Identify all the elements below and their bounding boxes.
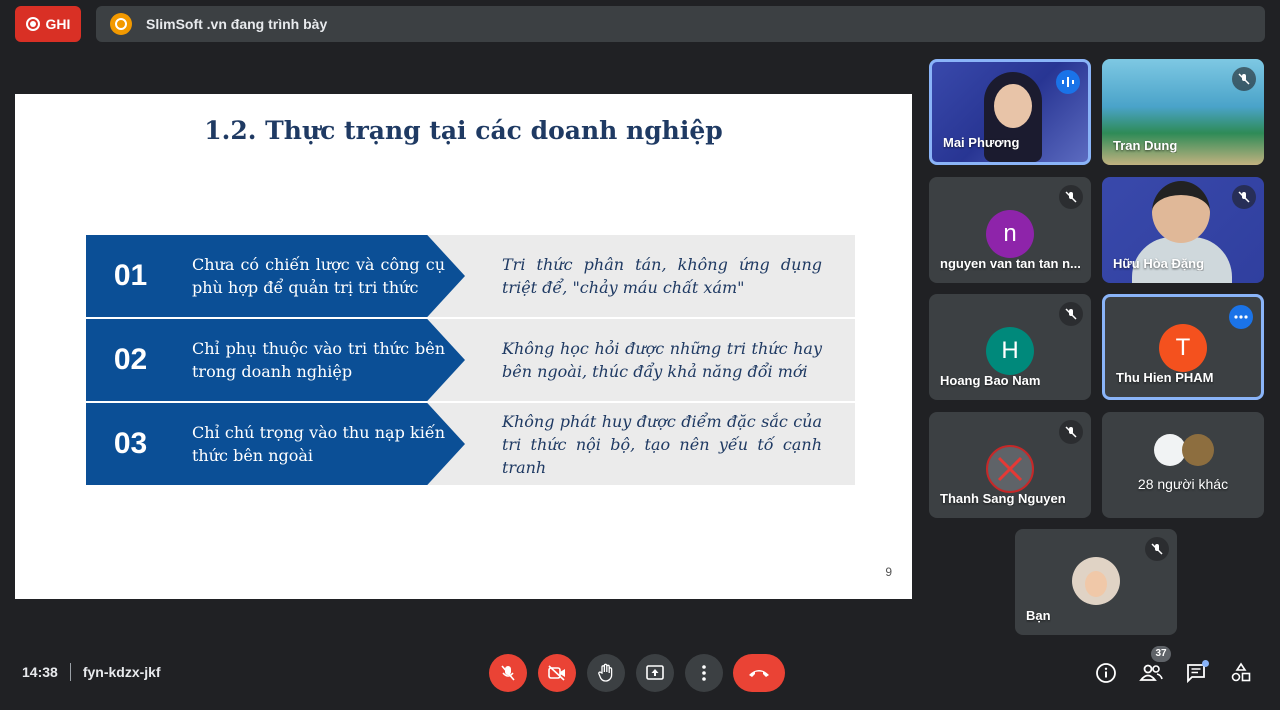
raise-hand-button[interactable] xyxy=(587,654,625,692)
participant-tile-nguyen-van-tan[interactable]: n nguyen van tan tan n... xyxy=(929,177,1091,283)
present-screen-button[interactable] xyxy=(636,654,674,692)
people-button[interactable] xyxy=(1138,660,1164,686)
row-consequence: Tri thức phân tán, không ứng dụng triệt … xyxy=(502,255,822,297)
participant-tile-hoang-bao-nam[interactable]: H Hoang Bao Nam xyxy=(929,294,1091,400)
participant-name: nguyen van tan tan n... xyxy=(940,256,1081,271)
participant-tile-thanh-sang-nguyen[interactable]: Thanh Sang Nguyen xyxy=(929,412,1091,518)
participant-tile-tran-dung[interactable]: Tran Dung xyxy=(1102,59,1264,165)
avatar: H xyxy=(986,327,1034,375)
record-indicator[interactable]: GHI xyxy=(15,6,81,42)
more-options-icon[interactable] xyxy=(1229,305,1253,329)
present-icon xyxy=(646,665,664,680)
speaking-icon xyxy=(1056,70,1080,94)
others-tile[interactable]: 28 người khác xyxy=(1102,412,1264,518)
clock: 14:38 xyxy=(22,664,58,680)
slide-row-2: 02 Chỉ phụ thuộc vào tri thức bên trong … xyxy=(86,319,855,401)
meeting-code: fyn-kdzx-jkf xyxy=(82,664,161,680)
activities-button[interactable] xyxy=(1228,660,1254,686)
slide-page-number: 9 xyxy=(885,565,892,579)
self-tile[interactable]: Bạn xyxy=(1015,529,1177,635)
mic-off-icon xyxy=(1059,185,1083,209)
row-problem: Chỉ phụ thuộc vào tri thức bên trong doa… xyxy=(192,339,445,381)
others-count-label: 28 người khác xyxy=(1137,476,1229,492)
more-options-button[interactable] xyxy=(685,654,723,692)
row-problem: Chưa có chiến lược và công cụ phù hợp để… xyxy=(192,255,445,297)
row-consequence: Không học hỏi được những tri thức hay bê… xyxy=(502,339,822,381)
mic-off-icon xyxy=(1232,67,1256,91)
participant-name: Hoang Bao Nam xyxy=(940,373,1041,388)
avatar: n xyxy=(986,210,1034,258)
mic-off-icon xyxy=(1059,302,1083,326)
avatar: T xyxy=(1159,324,1207,372)
avatar xyxy=(986,445,1034,493)
avatar xyxy=(1072,557,1120,605)
camera-off-icon xyxy=(548,665,565,681)
presentation-slide: 1.2. Thực trạng tại các doanh nghiệp 01 … xyxy=(15,94,912,599)
microphone-toggle-button[interactable] xyxy=(489,654,527,692)
presenting-banner: SlimSoft .vn đang trình bày xyxy=(96,6,1265,42)
participant-face xyxy=(1152,181,1210,243)
mic-off-icon xyxy=(501,665,515,681)
mic-off-icon xyxy=(1232,185,1256,209)
participant-tile-mai-phuong[interactable]: Mai Phương xyxy=(929,59,1091,165)
people-count-badge: 37 xyxy=(1151,646,1171,662)
mic-off-icon xyxy=(1059,420,1083,444)
activities-icon xyxy=(1231,662,1251,682)
unread-dot xyxy=(1202,660,1209,667)
people-icon xyxy=(1139,664,1163,681)
record-icon xyxy=(25,17,40,31)
presenter-logo-icon xyxy=(110,13,132,35)
mic-off-icon xyxy=(1145,537,1169,561)
presenting-text: SlimSoft .vn đang trình bày xyxy=(146,16,328,32)
participant-name: Thanh Sang Nguyen xyxy=(940,491,1066,506)
row-problem: Chỉ chú trọng vào thu nạp kiến thức bên … xyxy=(192,423,445,465)
row-number: 02 xyxy=(86,319,175,401)
participant-tile-huu-hoa-dang[interactable]: Hữu Hòa Đặng xyxy=(1102,177,1264,283)
meeting-info: 14:38 fyn-kdzx-jkf xyxy=(22,663,161,681)
meeting-details-button[interactable] xyxy=(1093,660,1119,686)
divider xyxy=(69,663,71,681)
row-number: 01 xyxy=(86,235,175,317)
avatar xyxy=(1182,434,1214,466)
leave-call-button[interactable] xyxy=(733,654,785,692)
row-number: 03 xyxy=(86,403,175,485)
participant-face xyxy=(994,84,1032,128)
record-label: GHI xyxy=(45,16,71,32)
hang-up-icon xyxy=(749,670,769,677)
slide-row-3: 03 Chỉ chú trọng vào thu nạp kiến thức b… xyxy=(86,403,855,485)
participant-tile-thu-hien-pham[interactable]: T Thu Hien PHAM xyxy=(1102,294,1264,400)
participant-name: Mai Phương xyxy=(943,135,1020,150)
hand-icon xyxy=(598,663,613,682)
camera-toggle-button[interactable] xyxy=(538,654,576,692)
row-consequence: Không phát huy được điểm đặc sắc của tri… xyxy=(502,411,822,477)
slide-title: 1.2. Thực trạng tại các doanh nghiệp xyxy=(204,116,723,145)
slide-row-1: 01 Chưa có chiến lược và công cụ phù hợp… xyxy=(86,235,855,317)
participant-name: Tran Dung xyxy=(1113,138,1178,153)
chat-button[interactable] xyxy=(1183,660,1209,686)
info-icon xyxy=(1096,663,1116,683)
participant-name: Bạn xyxy=(1026,608,1051,623)
more-vert-icon xyxy=(702,665,706,681)
participant-name: Thu Hien PHAM xyxy=(1116,370,1214,385)
participant-name: Hữu Hòa Đặng xyxy=(1113,256,1205,271)
